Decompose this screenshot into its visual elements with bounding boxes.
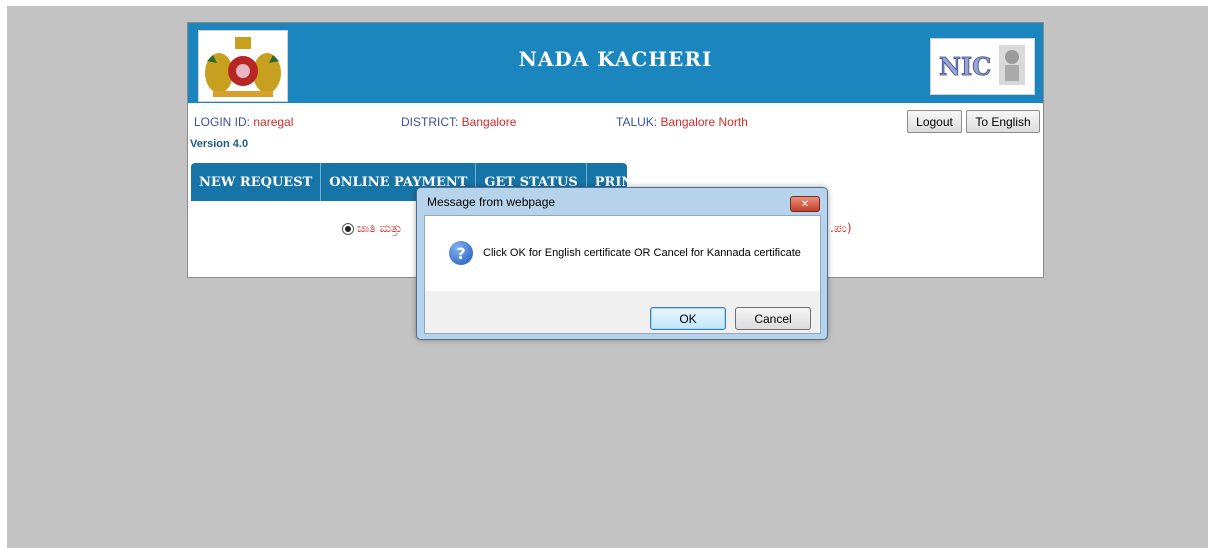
version-label: Version 4.0 <box>190 138 249 150</box>
district-label: DISTRICT: <box>401 115 462 129</box>
nic-logo-icon: NIC <box>930 38 1035 95</box>
app-title: NADA KACHERI <box>518 47 713 71</box>
dialog-footer: OK Cancel <box>425 291 820 333</box>
radio-button[interactable] <box>342 222 354 235</box>
header-banner: NADA KACHERI NIC <box>188 23 1043 103</box>
svg-text:NIC: NIC <box>939 52 991 81</box>
login-id: LOGIN ID: naregal <box>194 115 293 129</box>
dialog-title: Message from webpage <box>427 195 556 209</box>
to-english-button[interactable]: To English <box>966 110 1040 133</box>
question-icon: ? <box>449 241 473 265</box>
close-icon[interactable]: ✕ <box>790 196 820 212</box>
logout-button[interactable]: Logout <box>907 110 962 133</box>
taluk-label: TALUK: <box>616 115 661 129</box>
certificate-option-tail: .ಪಂ) <box>830 221 852 235</box>
menu-new-request[interactable]: NEW REQUEST <box>191 163 322 201</box>
district-value: Bangalore <box>461 115 517 129</box>
certificate-option-label: ಜಾತಿ ಮತ್ತು <box>357 221 403 235</box>
message-dialog: Message from webpage ✕ ? Click OK for En… <box>416 187 828 340</box>
dialog-message: Click OK for English certificate OR Canc… <box>483 247 801 259</box>
dialog-body: ? Click OK for English certificate OR Ca… <box>424 215 821 334</box>
login-id-label: LOGIN ID: <box>194 115 254 129</box>
district: DISTRICT: Bangalore <box>401 115 516 129</box>
ok-button[interactable]: OK <box>650 307 726 330</box>
browser-viewport: NADA KACHERI NIC LOGIN ID: naregal DISTR… <box>7 6 1208 548</box>
taluk: TALUK: Bangalore North <box>616 115 748 129</box>
cancel-button[interactable]: Cancel <box>735 307 811 330</box>
taluk-value: Bangalore North <box>660 115 748 129</box>
login-id-value: naregal <box>253 115 294 129</box>
certificate-option[interactable]: ಜಾತಿ ಮತ್ತು <box>342 221 402 236</box>
